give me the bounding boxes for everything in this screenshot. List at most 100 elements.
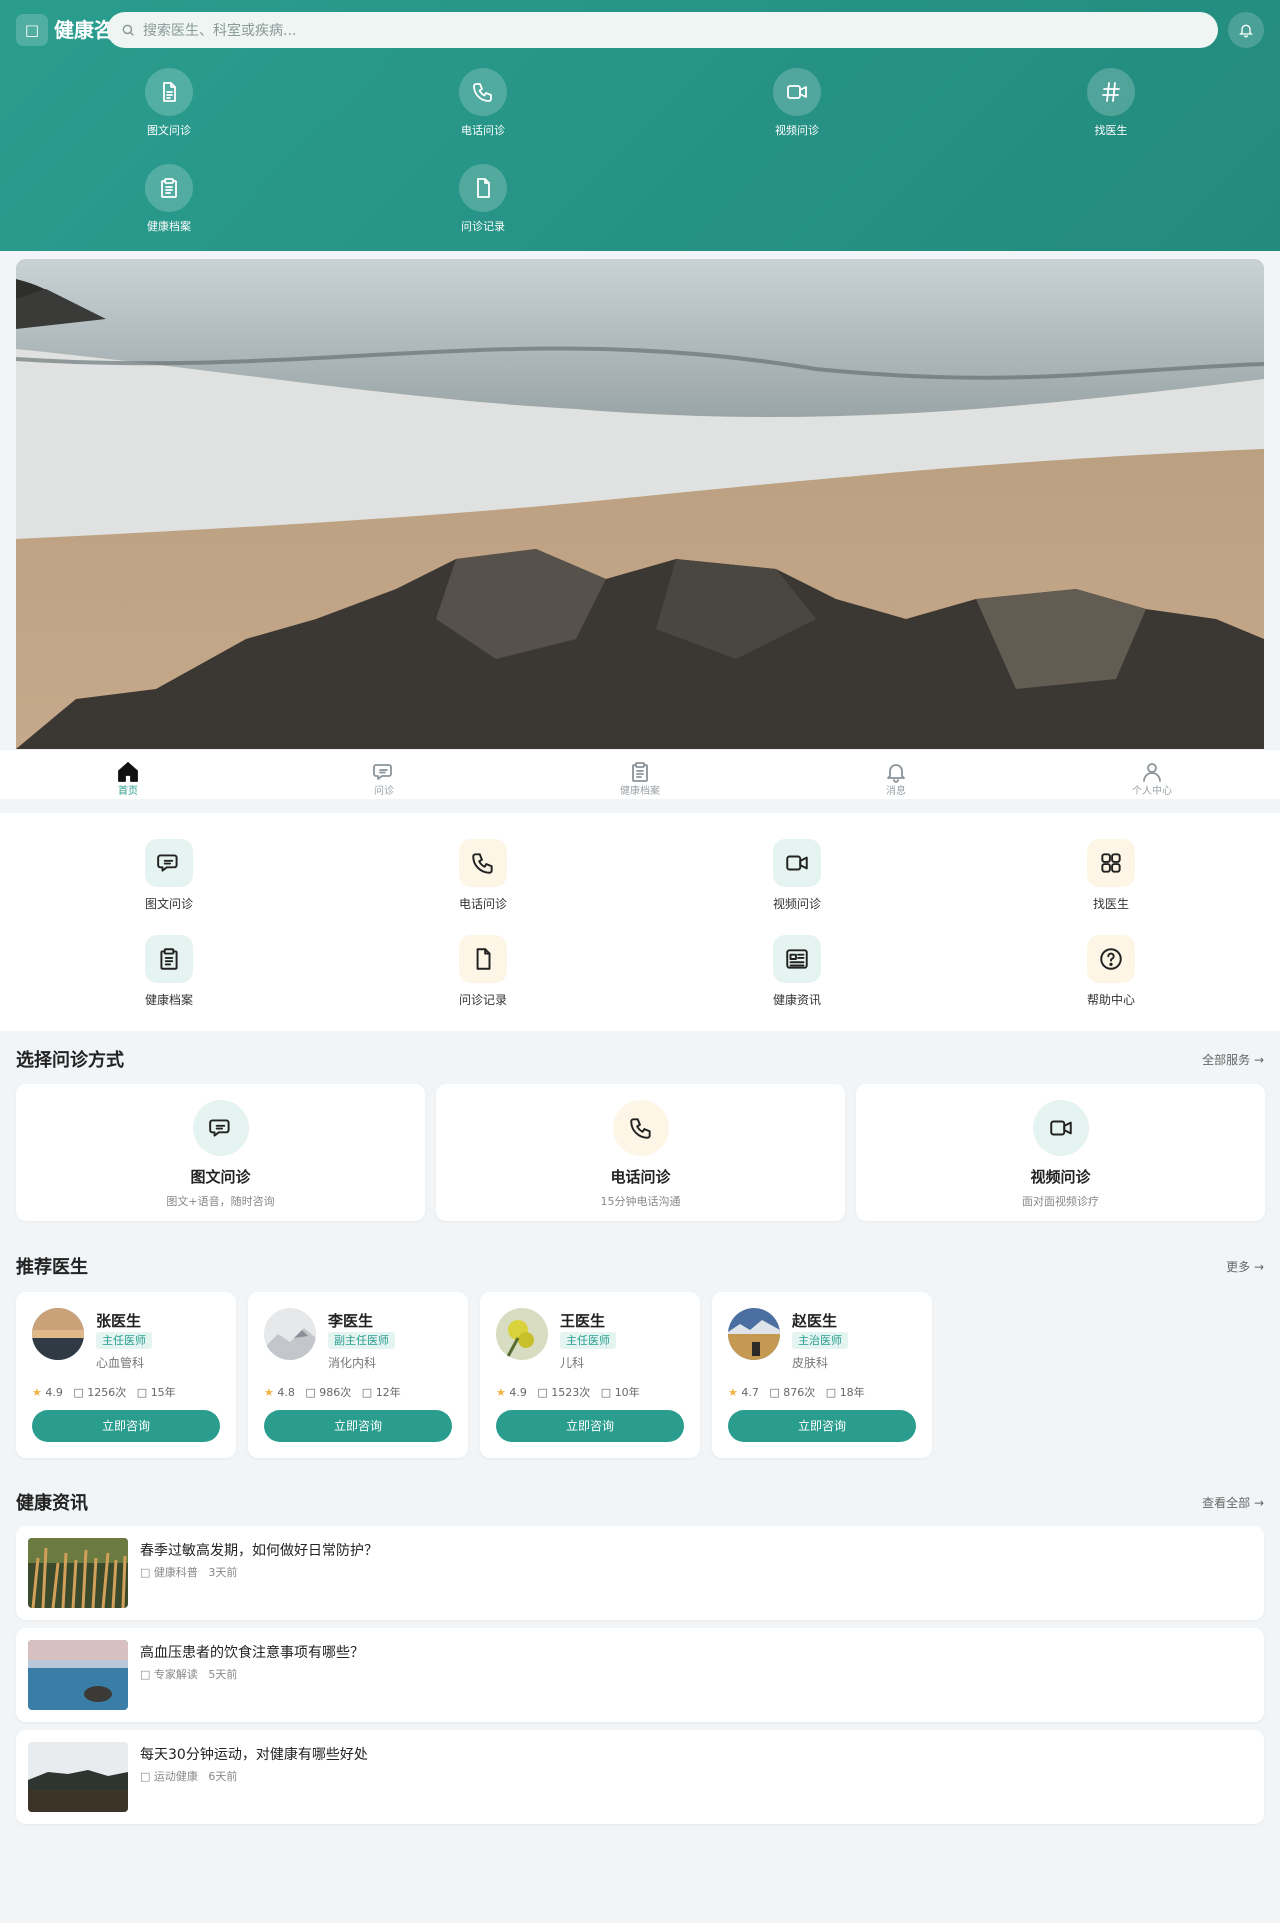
consult-card[interactable]: 视频问诊 面对面视频诊疗 bbox=[856, 1084, 1265, 1221]
quick-item[interactable]: 找医生 bbox=[1051, 839, 1171, 912]
consult-count-icon: □ bbox=[769, 1386, 780, 1399]
header-item[interactable]: 电话问诊 bbox=[423, 68, 543, 138]
video-icon bbox=[773, 839, 821, 887]
menu-button[interactable]: □ bbox=[16, 14, 48, 46]
consult-count-icon: □ bbox=[73, 1386, 84, 1399]
article-title: 高血压患者的饮食注意事项有哪些？ bbox=[140, 1645, 364, 1661]
doctor-card[interactable]: 赵医生 主治医师 皮肤科 ★ 4.7 □ 876次 □ 18年 立即咨询 bbox=[712, 1292, 932, 1458]
doctor-consults: 876次 bbox=[783, 1386, 816, 1399]
consult-card[interactable]: 图文问诊图文+语音，随时咨询 bbox=[16, 1084, 425, 1221]
bell-icon bbox=[1239, 24, 1253, 38]
header-item[interactable]: 视频问诊 bbox=[737, 68, 857, 138]
doctor-consults: 986次 bbox=[319, 1386, 352, 1399]
doctor-card[interactable]: 李医生 副主任医师 消化内科 ★ 4.8 □ 986次 □ 12年 立即咨询 bbox=[248, 1292, 468, 1458]
quick-item[interactable]: 视频问诊 bbox=[737, 839, 857, 912]
doctor-name: 张医生 bbox=[96, 1312, 142, 1330]
tab-label: 首页 bbox=[118, 786, 138, 797]
star-icon: ★ bbox=[264, 1386, 274, 1399]
article-item[interactable]: 高血压患者的饮食注意事项有哪些？ □ 专家解读 5天前 bbox=[16, 1628, 1264, 1722]
header-item[interactable]: 找医生 bbox=[1051, 68, 1171, 138]
clipboard-icon bbox=[628, 760, 652, 784]
tab-label: 消息 bbox=[886, 786, 906, 797]
hero-banner-image[interactable] bbox=[16, 259, 1264, 749]
header-item[interactable]: 图文问诊 bbox=[109, 68, 229, 138]
consult-card-title: 图文问诊 bbox=[190, 1168, 251, 1186]
article-item[interactable]: 每天30分钟运动，对健康有哪些好处 □ 运动健康 6天前 bbox=[16, 1730, 1264, 1824]
notification-button[interactable] bbox=[1228, 12, 1264, 48]
doctor-rating: 4.9 bbox=[509, 1386, 527, 1399]
doctor-name: 王医生 bbox=[560, 1312, 606, 1330]
tab-home[interactable]: 首页 bbox=[0, 750, 256, 799]
tab-label: 健康档案 bbox=[620, 786, 660, 797]
doctor-stats: ★ 4.9 □ 1256次 □ 15年 bbox=[32, 1384, 176, 1400]
consult-count-icon: □ bbox=[305, 1386, 316, 1399]
doctor-name: 赵医生 bbox=[792, 1312, 838, 1330]
article-source: 运动健康 bbox=[153, 1770, 198, 1783]
tab-records[interactable]: 健康档案 bbox=[512, 750, 768, 799]
consult-now-button[interactable]: 立即咨询 bbox=[32, 1410, 220, 1442]
article-source: 健康科普 bbox=[153, 1566, 198, 1579]
section-title: 健康资讯 bbox=[16, 1493, 88, 1514]
consult-now-button[interactable]: 立即咨询 bbox=[728, 1410, 916, 1442]
grid-icon bbox=[1087, 839, 1135, 887]
file-icon bbox=[459, 164, 507, 212]
consult-card-subtitle: 15分钟电话沟通 bbox=[600, 1195, 681, 1208]
tab-messages[interactable]: 消息 bbox=[768, 750, 1024, 799]
article-thumbnail bbox=[28, 1742, 128, 1812]
search-input[interactable]: 搜索医生、科室或疾病... bbox=[143, 20, 296, 40]
experience-icon: □ bbox=[825, 1386, 837, 1399]
phone-icon bbox=[459, 68, 507, 116]
article-item[interactable]: 春季过敏高发期，如何做好日常防护？ □ 健康科普 3天前 bbox=[16, 1526, 1264, 1620]
header-item-label: 视频问诊 bbox=[775, 124, 819, 137]
quick-item-label: 电话问诊 bbox=[458, 897, 507, 911]
experience-icon: □ bbox=[600, 1386, 612, 1399]
consult-card-subtitle: 图文+语音，随时咨询 bbox=[166, 1195, 275, 1208]
doctor-card[interactable]: 王医生 主任医师 儿科 ★ 4.9 □ 1523次 □ 10年 立即咨询 bbox=[480, 1292, 700, 1458]
quick-item[interactable]: 电话问诊 bbox=[423, 839, 543, 912]
more-doctors-link[interactable]: 更多 → bbox=[1226, 1258, 1264, 1275]
phone-icon bbox=[459, 839, 507, 887]
search-icon bbox=[122, 24, 134, 36]
doctor-years: 12年 bbox=[375, 1386, 401, 1399]
quick-item-label: 找医生 bbox=[1092, 897, 1129, 911]
tab-consult[interactable]: 问诊 bbox=[256, 750, 512, 799]
source-icon: □ bbox=[140, 1668, 151, 1681]
quick-item-label: 问诊记录 bbox=[458, 993, 507, 1007]
header-item[interactable]: 健康档案 bbox=[109, 164, 229, 234]
doctor-consults: 1523次 bbox=[551, 1386, 591, 1399]
quick-item[interactable]: 健康档案 bbox=[109, 935, 229, 1008]
consult-card[interactable]: 电话问诊 15分钟电话沟通 bbox=[436, 1084, 845, 1221]
view-all-articles-link[interactable]: 查看全部 → bbox=[1202, 1494, 1264, 1511]
tab-label: 问诊 bbox=[374, 786, 394, 797]
avatar bbox=[496, 1308, 548, 1360]
article-meta: □ 专家解读 5天前 bbox=[140, 1666, 237, 1682]
help-icon bbox=[1087, 935, 1135, 983]
tab-profile[interactable]: 个人中心 bbox=[1024, 750, 1280, 799]
consult-now-button[interactable]: 立即咨询 bbox=[264, 1410, 452, 1442]
article-title: 每天30分钟运动，对健康有哪些好处 bbox=[140, 1747, 368, 1763]
quick-item[interactable]: 问诊记录 bbox=[423, 935, 543, 1008]
star-icon: ★ bbox=[496, 1386, 506, 1399]
star-icon: ★ bbox=[32, 1386, 42, 1399]
star-icon: ★ bbox=[728, 1386, 738, 1399]
quick-item[interactable]: 健康资讯 bbox=[737, 935, 857, 1008]
header-item-label: 健康档案 bbox=[147, 220, 191, 233]
doctor-card[interactable]: 张医生主任医师心血管科 ★ 4.9 □ 1256次 □ 15年立即咨询 bbox=[16, 1292, 236, 1458]
consult-card-title: 视频问诊 bbox=[1030, 1168, 1091, 1186]
all-services-link[interactable]: 全部服务 → bbox=[1202, 1051, 1264, 1068]
video-icon bbox=[1032, 1100, 1089, 1156]
header-item[interactable]: 问诊记录 bbox=[423, 164, 543, 234]
chat-icon bbox=[145, 839, 193, 887]
search-bar[interactable]: 搜索医生、科室或疾病... bbox=[107, 12, 1218, 48]
home-icon bbox=[116, 760, 140, 784]
quick-item[interactable]: 图文问诊 bbox=[109, 839, 229, 912]
quick-item-label: 帮助中心 bbox=[1086, 993, 1135, 1007]
doctor-title-badge: 主任医师 bbox=[96, 1332, 152, 1349]
doctor-department: 心血管科 bbox=[96, 1356, 145, 1370]
consult-section-header: 选择问诊方式 全部服务 → bbox=[16, 1048, 1264, 1071]
chat-icon bbox=[192, 1100, 249, 1156]
quick-item[interactable]: 帮助中心 bbox=[1051, 935, 1171, 1008]
menu-icon: □ bbox=[24, 21, 40, 39]
news-icon bbox=[773, 935, 821, 983]
consult-now-button[interactable]: 立即咨询 bbox=[496, 1410, 684, 1442]
